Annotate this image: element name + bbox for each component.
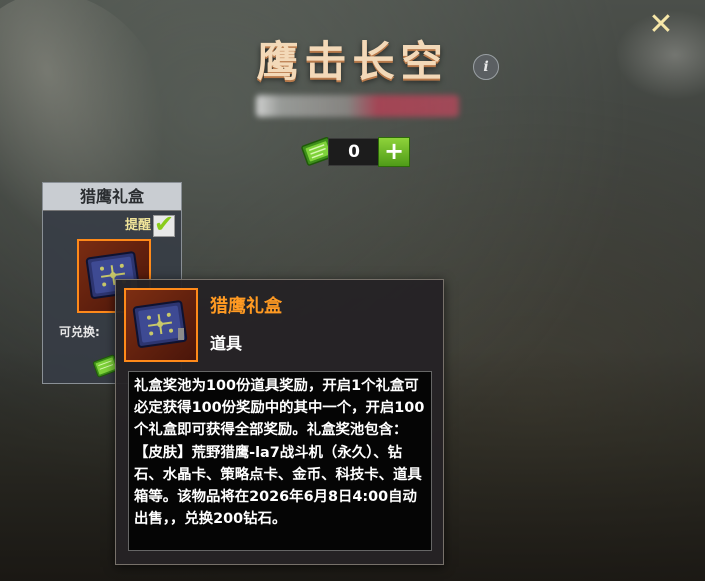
exchange-label: 可兑换: bbox=[59, 325, 100, 339]
add-currency-button[interactable]: + bbox=[378, 137, 410, 167]
currency-amount: 0 bbox=[328, 138, 380, 166]
reminder-checkbox[interactable]: ✔ bbox=[153, 210, 175, 238]
item-name: 猎鹰礼盒 bbox=[210, 296, 282, 317]
card-title: 猎鹰礼盒 bbox=[43, 183, 181, 211]
check-icon: ✔ bbox=[154, 210, 175, 238]
item-type: 道具 bbox=[210, 334, 243, 353]
blurred-subtitle bbox=[256, 95, 459, 117]
reminder-toggle[interactable]: 提醒 ✔ bbox=[124, 210, 175, 238]
reminder-label: 提醒 bbox=[124, 218, 151, 233]
item-tooltip: 猎鹰礼盒 道具 礼盒奖池为100份道具奖励，开启1个礼盒可必定获得100份奖励中… bbox=[115, 279, 444, 565]
info-icon[interactable]: i bbox=[473, 54, 499, 80]
close-icon[interactable]: ✕ bbox=[646, 10, 676, 40]
item-description: 礼盒奖池为100份道具奖励，开启1个礼盒可必定获得100份奖励中的其中一个，开启… bbox=[128, 371, 432, 551]
page-title: 鹰击长空 bbox=[256, 37, 449, 86]
gift-box-icon bbox=[124, 288, 198, 362]
